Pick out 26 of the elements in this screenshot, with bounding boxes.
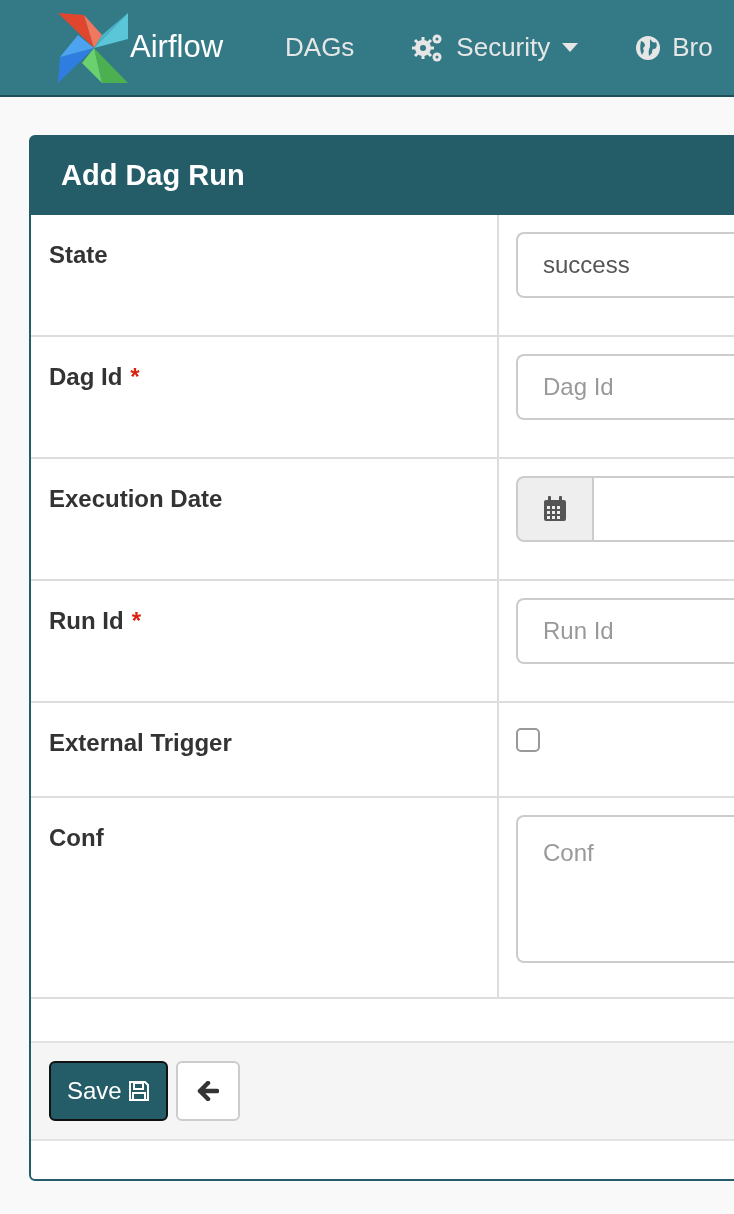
- back-arrow-icon: [196, 1081, 219, 1101]
- checkbox[interactable]: [516, 728, 540, 752]
- field-label: External Trigger: [49, 729, 232, 756]
- nav-link[interactable]: DAGs: [285, 28, 355, 67]
- save-button[interactable]: Save: [49, 1061, 168, 1121]
- caret-icon: [562, 43, 579, 52]
- field-label: Run Id: [49, 607, 124, 634]
- text-area[interactable]: Conf: [516, 815, 734, 963]
- brand-name[interactable]: Airflow: [130, 24, 223, 71]
- pinwheel-logo-icon: [58, 12, 130, 83]
- field-label: Conf: [49, 824, 104, 851]
- nav-dropdown-label[interactable]: Security: [456, 28, 551, 67]
- field-label: State: [49, 241, 108, 268]
- nav-link[interactable]: Bro: [672, 28, 713, 67]
- text-field[interactable]: Run Id: [516, 598, 734, 664]
- calendar-button[interactable]: [516, 476, 594, 542]
- required-mark: *: [130, 363, 140, 390]
- globe-icon: [636, 35, 661, 60]
- required-mark: *: [131, 607, 141, 634]
- field-label: Execution Date: [49, 485, 223, 512]
- card-title: Add Dag Run: [31, 137, 734, 215]
- field-label: Dag Id: [49, 363, 123, 390]
- text-field[interactable]: Dag Id: [516, 354, 734, 420]
- state-select[interactable]: success: [516, 232, 734, 298]
- calendar-icon: [543, 496, 567, 522]
- back-button[interactable]: [175, 1061, 240, 1121]
